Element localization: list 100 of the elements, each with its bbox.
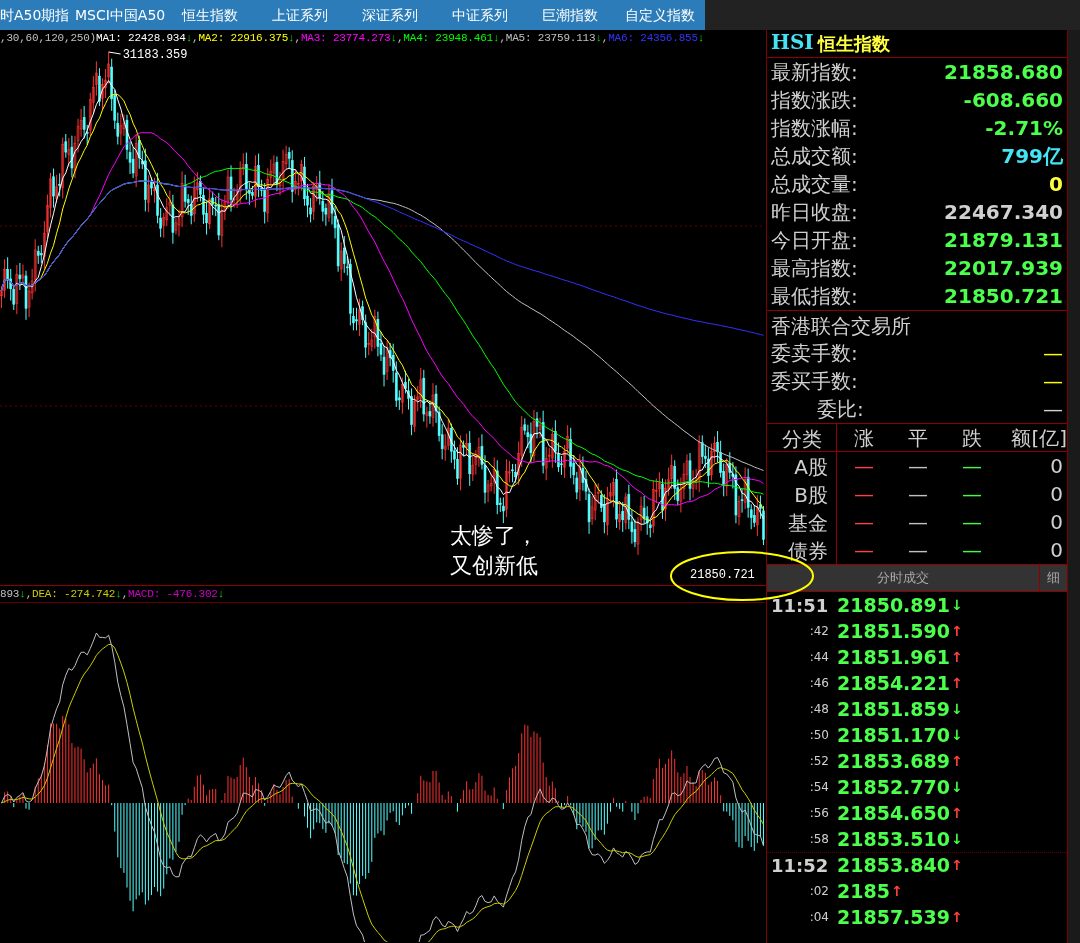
trend-arrow: ↓ (951, 829, 963, 849)
indicator-value: DEA: -274.742 (32, 586, 116, 602)
down-arrow: ↓ (288, 30, 295, 46)
down-arrow: ↓ (595, 30, 602, 46)
stat-label: 最高指数: (771, 255, 858, 282)
tab[interactable]: 巨潮指数 (525, 0, 615, 30)
tick-time: :48 (808, 701, 830, 718)
trend-arrow: ↑ (951, 803, 963, 823)
tab[interactable]: MSCI中国A50 (75, 0, 165, 30)
detail-button[interactable]: 细 (1039, 565, 1067, 591)
annotation-text: 太惨了， (450, 522, 538, 550)
stat-label: 昨日收盘: (771, 199, 858, 226)
separator: , (121, 586, 129, 602)
amount-cell-text: 0 (1049, 509, 1064, 536)
tick-time: :42 (808, 623, 830, 640)
column-header: 分类 (767, 424, 837, 451)
indicator-value: MA6: 24356.855 (608, 30, 698, 46)
order-value: — (1043, 396, 1063, 423)
tick-time: :50 (808, 727, 830, 744)
table-cell-text: — (961, 537, 983, 564)
indicator-value: MA5: 23759.113 (505, 30, 596, 46)
stat-value: 21879.131 (944, 227, 1063, 254)
tick-time: :56 (808, 805, 830, 822)
tick-price: 21851.590 (837, 618, 950, 644)
trend-arrow: ↓ (951, 699, 963, 719)
tick-price: 21854.650 (837, 800, 950, 826)
table-cell-text: — (907, 453, 929, 480)
down-arrow: ↓ (492, 30, 500, 46)
tab[interactable]: 中证系列 (435, 0, 525, 30)
trend-arrow: ↑ (951, 856, 963, 875)
table-cell-text: — (853, 453, 875, 480)
ma-parameters: ,30,60,120,250) (0, 30, 97, 46)
tick-time: :54 (808, 779, 830, 796)
table-cell-text: — (907, 481, 929, 508)
stat-value: 799亿 (1001, 143, 1063, 170)
down-arrow: ↓ (697, 30, 705, 46)
high-price-label: 31183.359 (122, 47, 188, 64)
index-code: HSI (771, 29, 814, 56)
tab[interactable]: 时A50期指 (0, 0, 75, 30)
order-label: 委比: (817, 396, 864, 423)
tab[interactable]: 深证系列 (345, 0, 435, 30)
tick-price: 21851.170 (837, 722, 950, 748)
tick-time: :52 (808, 753, 830, 770)
tick-time: :58 (808, 831, 830, 848)
down-arrow: ↓ (390, 30, 397, 46)
down-arrow: ↓ (185, 30, 193, 46)
tab[interactable]: 恒生指数 (165, 0, 255, 30)
down-arrow: ↓ (217, 586, 225, 602)
stat-value: -2.71% (985, 115, 1063, 142)
stat-label: 最新指数: (771, 59, 858, 86)
down-arrow: ↓ (115, 586, 122, 602)
annotation-text: 又创新低 (450, 552, 538, 580)
category-cell: B股 (767, 480, 837, 508)
separator: , (601, 30, 609, 46)
separator: , (499, 30, 506, 46)
down-arrow: ↓ (19, 586, 26, 602)
separator: , (396, 30, 404, 46)
table-cell-text: — (853, 509, 875, 536)
order-label: 委买手数: (771, 368, 858, 395)
indicator-value: 893 (0, 586, 20, 602)
column-header: 涨 (853, 424, 875, 452)
indicator-value: MA1: 22428.934 (96, 30, 186, 46)
stat-label: 指数涨跌: (771, 87, 858, 114)
table-cell-text: — (907, 537, 929, 564)
panel-title: 分时成交 (876, 569, 930, 587)
table-cell-text: — (961, 453, 983, 480)
tab[interactable]: 自定义指数 (615, 0, 705, 30)
stat-label: 总成交额: (771, 143, 858, 170)
table-cell-text: — (961, 481, 983, 508)
trend-arrow: ↑ (951, 647, 963, 667)
amount-cell-text: 0 (1049, 481, 1064, 508)
separator: , (25, 586, 33, 602)
tick-price: 21850.891 (837, 592, 950, 618)
order-value: — (1043, 368, 1063, 395)
tick-time: :44 (808, 649, 830, 666)
stat-label: 最低指数: (771, 283, 858, 310)
trend-arrow: ↓ (951, 777, 963, 797)
tick-price: 21851.961 (837, 644, 950, 670)
indicator-value: MA3: 23774.273 (300, 30, 391, 46)
table-cell-text: — (853, 481, 875, 508)
tick-price: 21857.539 (837, 904, 950, 930)
table-cell-text: — (853, 537, 875, 564)
table-cell-text: — (961, 509, 983, 536)
trend-arrow: ↓ (951, 595, 963, 615)
stat-label: 指数涨幅: (771, 115, 858, 142)
stat-value: 21858.680 (944, 59, 1063, 86)
tick-price: 21851.859 (837, 696, 950, 722)
stat-value: 0 (1049, 171, 1063, 198)
table-cell-text: — (907, 509, 929, 536)
trend-arrow: ↑ (890, 881, 903, 901)
tab[interactable]: 上证系列 (255, 0, 345, 30)
low-price-label: 21850.721 (690, 567, 755, 584)
index-name: 恒生指数 (817, 32, 890, 56)
stat-value: 22017.939 (944, 255, 1063, 282)
amount-cell-text: 0 (1049, 537, 1064, 564)
tick-time: 11:51 (770, 593, 830, 618)
tick-price: 21854.221 (837, 670, 950, 696)
stat-value: 22467.340 (944, 199, 1063, 226)
amount-cell-text: 0 (1049, 453, 1064, 480)
trend-arrow: ↑ (951, 673, 963, 693)
